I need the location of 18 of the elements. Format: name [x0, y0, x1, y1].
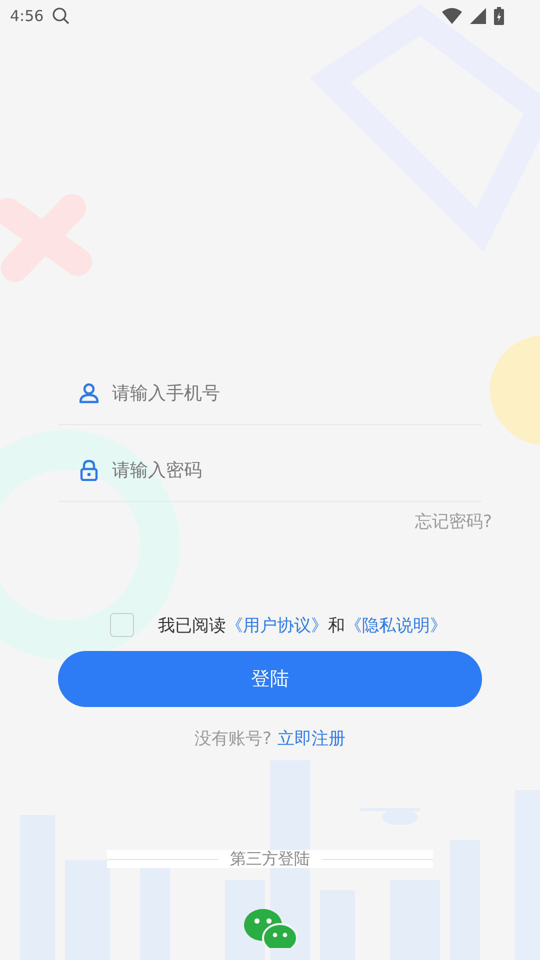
- search-icon: [52, 7, 70, 25]
- forgot-password-link[interactable]: 忘记密码?: [414, 510, 492, 533]
- register-prompt: 没有账号?: [194, 728, 272, 750]
- agreement-checkbox[interactable]: [110, 613, 134, 637]
- person-icon: [78, 382, 100, 404]
- user-agreement-link[interactable]: 《用户协议》: [226, 616, 328, 636]
- wifi-icon: [442, 8, 462, 24]
- status-time: 4:56: [10, 7, 44, 25]
- agreement-text: 我已阅读《用户协议》和《隐私说明》: [158, 614, 447, 636]
- login-button[interactable]: 登陆: [58, 651, 482, 707]
- wechat-icon[interactable]: [243, 908, 297, 948]
- signal-icon: [470, 8, 486, 24]
- privacy-link[interactable]: 《隐私说明》: [345, 616, 447, 636]
- phone-field[interactable]: 请输入手机号: [110, 382, 462, 404]
- lock-icon: [78, 459, 100, 481]
- battery-icon: [494, 7, 504, 25]
- password-field[interactable]: 请输入密码: [110, 458, 462, 482]
- register-link[interactable]: 立即注册: [278, 727, 346, 750]
